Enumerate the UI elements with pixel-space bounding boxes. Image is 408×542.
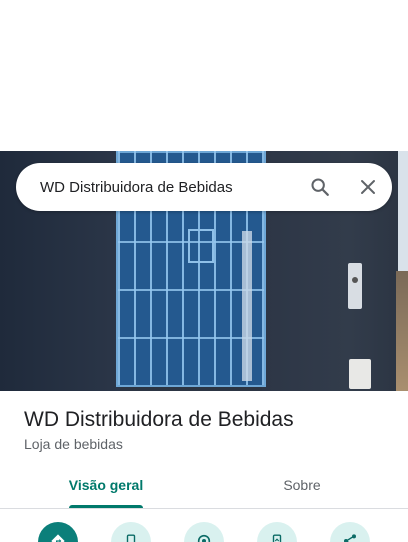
tab-about[interactable]: Sobre xyxy=(244,462,360,508)
place-tabs: Visão geral Sobre xyxy=(0,462,408,509)
tab-overview[interactable]: Visão geral xyxy=(48,462,164,508)
place-name: WD Distribuidora de Bebidas xyxy=(24,408,294,431)
phone-icon xyxy=(126,534,136,542)
send-to-phone-icon xyxy=(272,534,282,542)
map-area-blank xyxy=(0,0,408,151)
photo-sky xyxy=(398,151,408,271)
share-button[interactable] xyxy=(330,522,370,542)
action-buttons-row xyxy=(0,520,408,542)
call-button[interactable] xyxy=(111,522,151,542)
directions-icon xyxy=(51,534,65,542)
photo-ground xyxy=(396,271,408,391)
search-bar[interactable]: WD Distribuidora de Bebidas xyxy=(16,163,392,211)
photo-door-frame xyxy=(242,231,252,381)
send-to-phone-button[interactable] xyxy=(257,522,297,542)
save-icon xyxy=(197,534,211,542)
photo-small-window xyxy=(188,229,214,263)
search-icon xyxy=(311,178,329,196)
search-input[interactable]: WD Distribuidora de Bebidas xyxy=(40,179,296,196)
close-icon xyxy=(361,180,375,194)
photo-wall-box xyxy=(349,359,371,389)
search-button[interactable] xyxy=(296,163,344,211)
photo-intercom xyxy=(348,263,362,309)
save-button[interactable] xyxy=(184,522,224,542)
directions-button[interactable] xyxy=(38,522,78,542)
clear-search-button[interactable] xyxy=(344,163,392,211)
share-icon xyxy=(344,534,356,542)
active-tab-indicator xyxy=(69,505,143,508)
place-category[interactable]: Loja de bebidas xyxy=(24,436,123,452)
